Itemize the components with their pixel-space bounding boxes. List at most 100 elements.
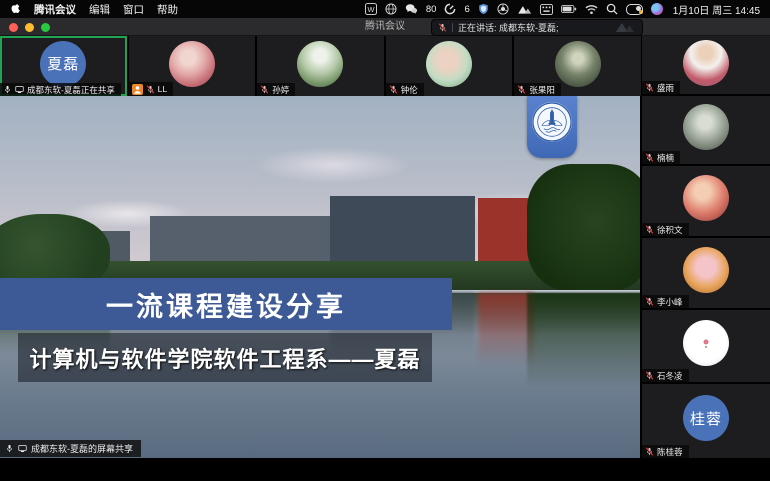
gauge-icon[interactable] (444, 3, 456, 16)
participant-tile-xujiwen[interactable]: 徐积文 (642, 166, 770, 236)
screen-share-label-text: 成都东软-夏磊的屏幕共享 (31, 444, 133, 454)
participant-nameplate: 石冬凌 (642, 369, 689, 382)
flower-decoration (703, 339, 709, 345)
mic-muted-icon (645, 447, 654, 456)
participant-tile-ll[interactable]: LL (128, 36, 256, 96)
battery-icon (560, 3, 577, 16)
participant-tile-nannan[interactable]: 楠楠 (642, 96, 770, 164)
w-app-icon[interactable]: W (364, 3, 377, 16)
mic-muted-icon (645, 371, 654, 380)
avatar-photo (426, 40, 473, 87)
menubar-item-edit[interactable]: 编辑 (89, 2, 110, 17)
siri-icon[interactable] (650, 3, 663, 15)
menubar-clock[interactable]: 1月10日 周三 14:45 (673, 2, 760, 17)
participant-strip-top: 夏磊 成都东软-夏磊正在共享 LL 孙婷 钟伦 张果阳 (0, 36, 641, 96)
participant-nameplate: 楠楠 (642, 151, 681, 164)
shield-icon[interactable] (478, 3, 489, 16)
aperture-icon[interactable] (497, 3, 509, 16)
apple-icon[interactable] (10, 2, 21, 17)
menubar-item-window[interactable]: 窗口 (123, 2, 144, 17)
participant-name: 成都东软-夏磊正在共享 (27, 84, 115, 95)
avatar-photo (683, 247, 729, 294)
chat-bubbles-icon[interactable] (405, 3, 418, 16)
avatar-photo (168, 40, 215, 87)
wifi-icon[interactable] (585, 3, 598, 16)
search-icon[interactable] (606, 3, 618, 16)
participant-name: 张果阳 (529, 84, 555, 95)
avatar-photo (683, 104, 729, 151)
avatar-photo (683, 39, 729, 86)
participant-name: 李小峰 (657, 296, 683, 307)
avatar-photo (683, 320, 729, 367)
trees-right (527, 164, 640, 292)
avatar-photo (297, 40, 344, 87)
window-title: 腾讯会议 (365, 21, 405, 32)
participant-nameplate: 张果阳 (514, 83, 561, 96)
waiting-person-icon (131, 83, 143, 95)
participant-name: 徐积文 (657, 224, 683, 235)
meeting-mountains-icon[interactable] (517, 3, 532, 16)
mic-muted-icon (645, 153, 654, 162)
participant-tile-shidongling[interactable]: 石冬凌 (642, 310, 770, 382)
macos-menubar: 腾讯会议 编辑 窗口 帮助 W 80 6 1月10日 周三 14:45 (0, 0, 770, 18)
speaking-indicator-text: 正在讲话: 成都东软-夏磊; (458, 23, 559, 33)
mic-on-icon (7, 444, 12, 453)
screen-share-icon (15, 86, 24, 94)
participant-tile-sunting[interactable]: 孙婷 (257, 36, 384, 96)
mic-muted-icon (645, 225, 654, 234)
chat-unread-count: 80 (425, 3, 437, 15)
screen-share-icon (18, 445, 27, 453)
slide-subtitle: 计算机与软件学院软件工程系——夏磊 (29, 346, 421, 372)
university-seal-icon (531, 101, 573, 143)
participant-strip-right: 盛雨 楠楠 徐积文 李小峰 石冬凌 桂蓉 陈桂蓉 (642, 36, 770, 458)
participant-tile-lixiaofeng[interactable]: 李小峰 (642, 238, 770, 308)
meeting-logo-watermark-icon (614, 20, 636, 35)
avatar-guirong: 桂蓉 (683, 395, 729, 442)
mic-muted-icon (260, 85, 269, 94)
participant-nameplate: 徐积文 (642, 223, 689, 236)
mic-muted-icon (438, 23, 447, 32)
participant-name: 楠楠 (657, 152, 675, 163)
avatar-photo (554, 40, 601, 87)
speaking-indicator: 正在讲话: 成都东软-夏磊; (431, 19, 643, 36)
participant-name: 钟伦 (400, 84, 418, 95)
participant-tile-xialei[interactable]: 夏磊 成都东软-夏磊正在共享 (0, 36, 127, 96)
divider (452, 23, 453, 32)
menubar-item-help[interactable]: 帮助 (157, 2, 178, 17)
participant-name: LL (157, 84, 168, 94)
slide-title: 一流课程建设分享 (106, 291, 346, 322)
mic-muted-icon (389, 85, 398, 94)
participant-name: 孙婷 (272, 84, 290, 95)
participant-name: 陈桂蓉 (657, 446, 683, 457)
desktop: 腾讯会议 编辑 窗口 帮助 W 80 6 1月10日 周三 14:45 腾讯会议… (0, 0, 770, 481)
keypad-icon[interactable] (539, 3, 553, 16)
participant-nameplate: 成都东软-夏磊正在共享 (0, 83, 121, 96)
slide-title-banner: 一流课程建设分享 (0, 278, 452, 330)
participant-tile-chenguirong[interactable]: 桂蓉 陈桂蓉 (642, 384, 770, 458)
participant-nameplate: LL (128, 82, 174, 96)
mic-on-icon (5, 85, 10, 94)
participant-nameplate: 李小峰 (642, 295, 689, 308)
participant-name: 盛雨 (657, 82, 675, 93)
university-logo-badge (527, 96, 577, 158)
globe-icon[interactable] (385, 3, 397, 16)
mic-muted-icon (645, 297, 654, 306)
red-building-reflection (478, 293, 534, 365)
window-titlebar: 腾讯会议 (0, 18, 770, 36)
shared-screen-stage[interactable]: 一流课程建设分享 计算机与软件学院软件工程系——夏磊 成都东软-夏磊的屏幕共享 (0, 96, 640, 458)
avatar-xialei: 夏磊 (40, 40, 87, 87)
trees-right-reflection (527, 293, 640, 388)
mic-muted-icon (146, 84, 154, 94)
menubar-app-name[interactable]: 腾讯会议 (34, 2, 76, 17)
control-center-icon[interactable] (625, 3, 643, 16)
mic-muted-icon (645, 83, 654, 92)
participant-nameplate: 钟伦 (385, 83, 424, 96)
participant-tile-zhangguoyang[interactable]: 张果阳 (514, 36, 641, 96)
mic-muted-icon (518, 85, 526, 94)
gauge-count: 6 (464, 3, 470, 15)
screen-share-label: 成都东软-夏磊的屏幕共享 (0, 440, 141, 457)
participant-tile-zhonglun[interactable]: 钟伦 (385, 36, 513, 96)
participant-nameplate: 盛雨 (642, 81, 681, 94)
slide-subtitle-strip: 计算机与软件学院软件工程系——夏磊 (18, 333, 432, 382)
participant-tile-shengyu[interactable]: 盛雨 (642, 36, 770, 94)
